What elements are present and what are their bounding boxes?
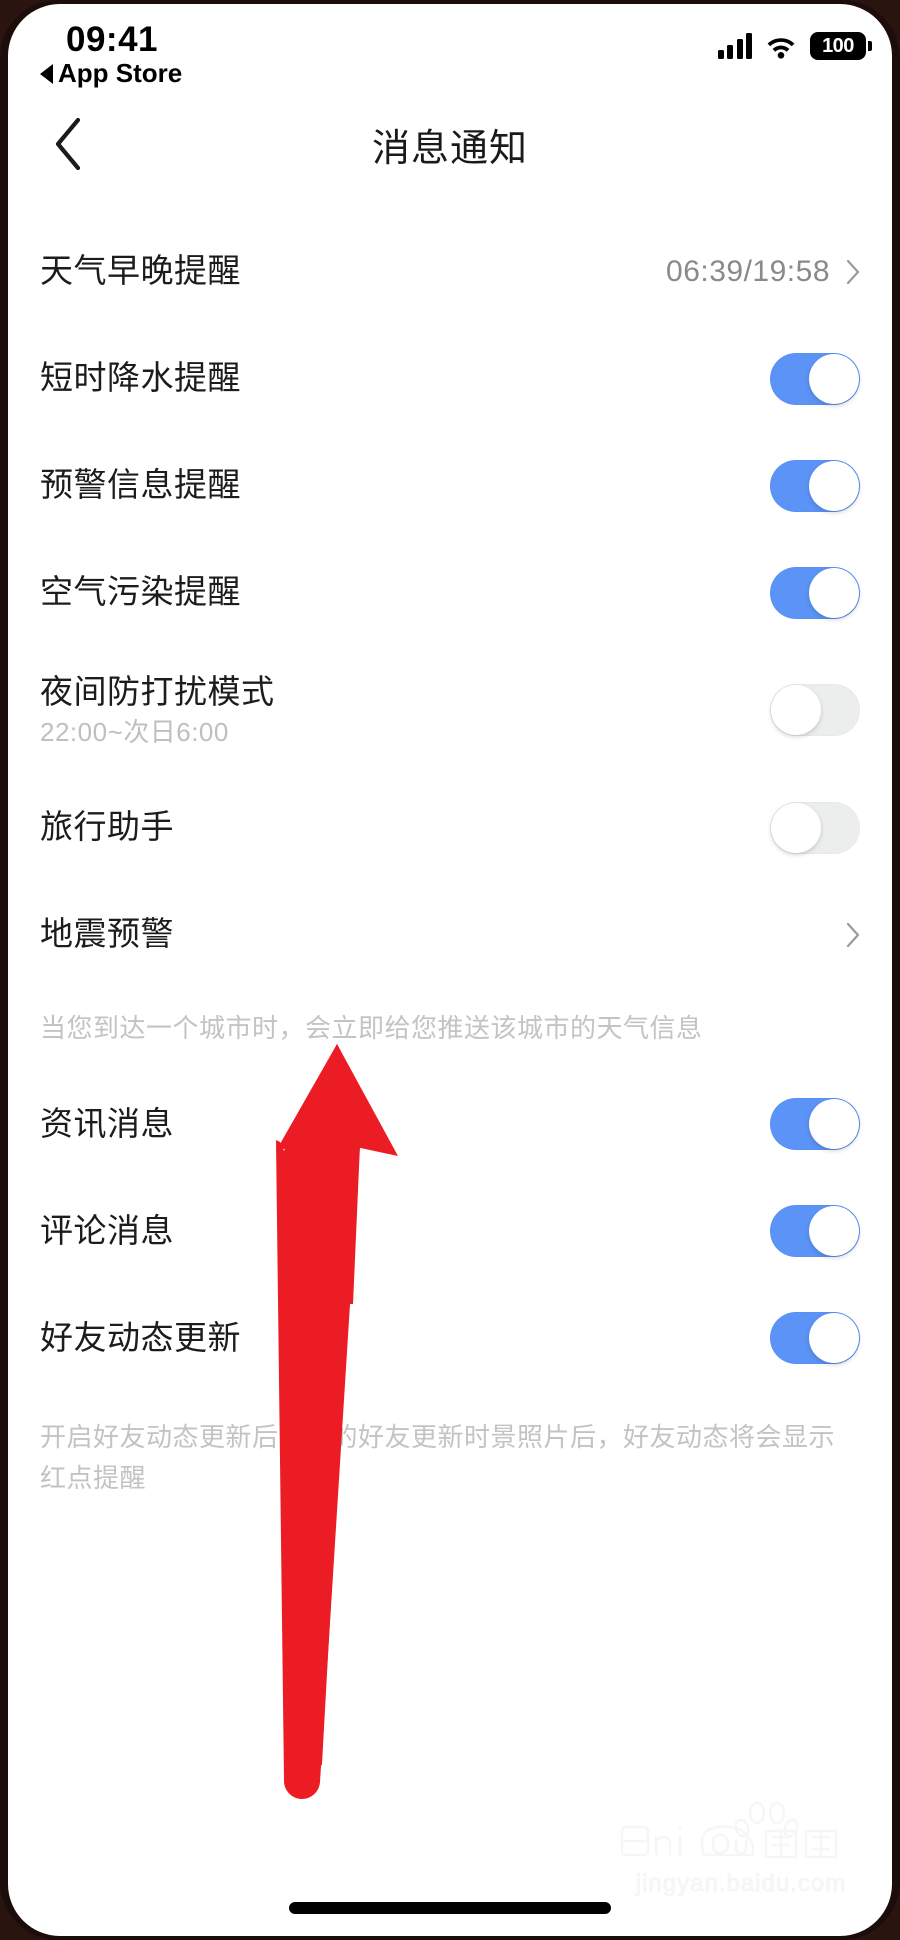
chevron-right-icon xyxy=(846,259,860,284)
back-button[interactable] xyxy=(40,116,96,172)
toggle-warning-info-reminder[interactable] xyxy=(770,459,860,512)
toggle-night-do-not-disturb[interactable] xyxy=(770,684,860,736)
note-travel-assistant: 当您到达一个城市时，会立即给您推送该城市的天气信息 xyxy=(40,1013,703,1043)
row-value: 06:39/19:58 xyxy=(666,254,830,288)
status-bar-back-to-app[interactable]: App Store xyxy=(40,58,182,89)
row-title: 空气污染提醒 xyxy=(40,573,241,611)
settings-list-messages: 资讯消息 评论消息 好友动态更新 xyxy=(8,1078,892,1383)
row-title: 预警信息提醒 xyxy=(40,466,241,504)
note-friend-activity: 开启好友动态更新后，您的好友更新时景照片后，好友动态将会显示红点提醒 xyxy=(40,1422,836,1493)
row-weather-daily-reminder[interactable]: 天气早晚提醒 06:39/19:58 xyxy=(40,226,860,317)
baidu-watermark: jingyan.baidu.com xyxy=(616,1801,866,1898)
chevron-right-icon xyxy=(846,922,860,947)
toggle-travel-assistant[interactable] xyxy=(770,801,860,854)
toggle-news-messages[interactable] xyxy=(770,1097,860,1150)
phone-screen: 09:41 App Store 100 消息通知 天气早晚提醒 06:39/19… xyxy=(8,4,892,1936)
row-news-messages[interactable]: 资讯消息 xyxy=(40,1078,860,1169)
row-title: 夜间防打扰模式 xyxy=(40,672,275,710)
row-friend-activity-updates[interactable]: 好友动态更新 xyxy=(40,1292,860,1383)
row-title: 天气早晚提醒 xyxy=(40,252,241,290)
row-comment-messages[interactable]: 评论消息 xyxy=(40,1185,860,1276)
row-air-pollution-reminder[interactable]: 空气污染提醒 xyxy=(40,547,860,638)
row-subtitle: 22:00~次日6:00 xyxy=(40,716,229,747)
toggle-knob xyxy=(771,685,821,735)
watermark-url: jingyan.baidu.com xyxy=(635,1870,847,1898)
row-title: 资讯消息 xyxy=(40,1104,174,1142)
row-title: 旅行助手 xyxy=(40,808,174,846)
row-night-do-not-disturb[interactable]: 夜间防打扰模式 22:00~次日6:00 xyxy=(40,654,860,766)
battery-icon: 100 xyxy=(810,32,872,60)
battery-level-label: 100 xyxy=(822,34,854,57)
toggle-knob xyxy=(809,353,859,404)
status-bar-time: 09:41 xyxy=(66,20,159,59)
row-earthquake-warning[interactable]: 地震预警 xyxy=(40,889,860,980)
status-bar-indicators: 100 xyxy=(717,32,872,60)
baidu-jingyan-logo-icon xyxy=(620,1801,838,1859)
row-title: 好友动态更新 xyxy=(40,1318,241,1356)
toggle-knob xyxy=(809,1205,859,1256)
home-indicator[interactable] xyxy=(289,1902,611,1914)
toggle-knob xyxy=(809,567,859,618)
row-short-term-rain-reminder[interactable]: 短时降水提醒 xyxy=(40,333,860,424)
chevron-left-icon xyxy=(55,117,81,171)
settings-list: 天气早晚提醒 06:39/19:58 短时降水提醒 预警信息提醒 空气污染提醒 … xyxy=(8,226,892,980)
navigation-bar: 消息通知 xyxy=(8,96,892,192)
toggle-knob xyxy=(809,460,859,511)
row-travel-assistant[interactable]: 旅行助手 xyxy=(40,782,860,873)
toggle-knob xyxy=(809,1312,859,1363)
status-bar: 09:41 App Store 100 xyxy=(8,4,892,96)
row-title: 评论消息 xyxy=(40,1211,174,1249)
row-title: 短时降水提醒 xyxy=(40,359,241,397)
back-app-label: App Store xyxy=(58,58,183,88)
toggle-short-term-rain-reminder[interactable] xyxy=(770,352,860,405)
row-title: 地震预警 xyxy=(40,915,174,953)
toggle-knob xyxy=(771,802,821,853)
phone-frame: 09:41 App Store 100 消息通知 天气早晚提醒 06:39/19… xyxy=(0,0,900,1940)
toggle-friend-activity-updates[interactable] xyxy=(770,1311,860,1364)
toggle-knob xyxy=(809,1098,859,1149)
page-title: 消息通知 xyxy=(371,127,528,170)
cellular-signal-icon xyxy=(717,33,752,59)
toggle-air-pollution-reminder[interactable] xyxy=(770,566,860,619)
wifi-icon xyxy=(764,33,798,59)
row-warning-info-reminder[interactable]: 预警信息提醒 xyxy=(40,440,860,531)
back-triangle-icon xyxy=(40,63,53,84)
toggle-comment-messages[interactable] xyxy=(770,1204,860,1257)
